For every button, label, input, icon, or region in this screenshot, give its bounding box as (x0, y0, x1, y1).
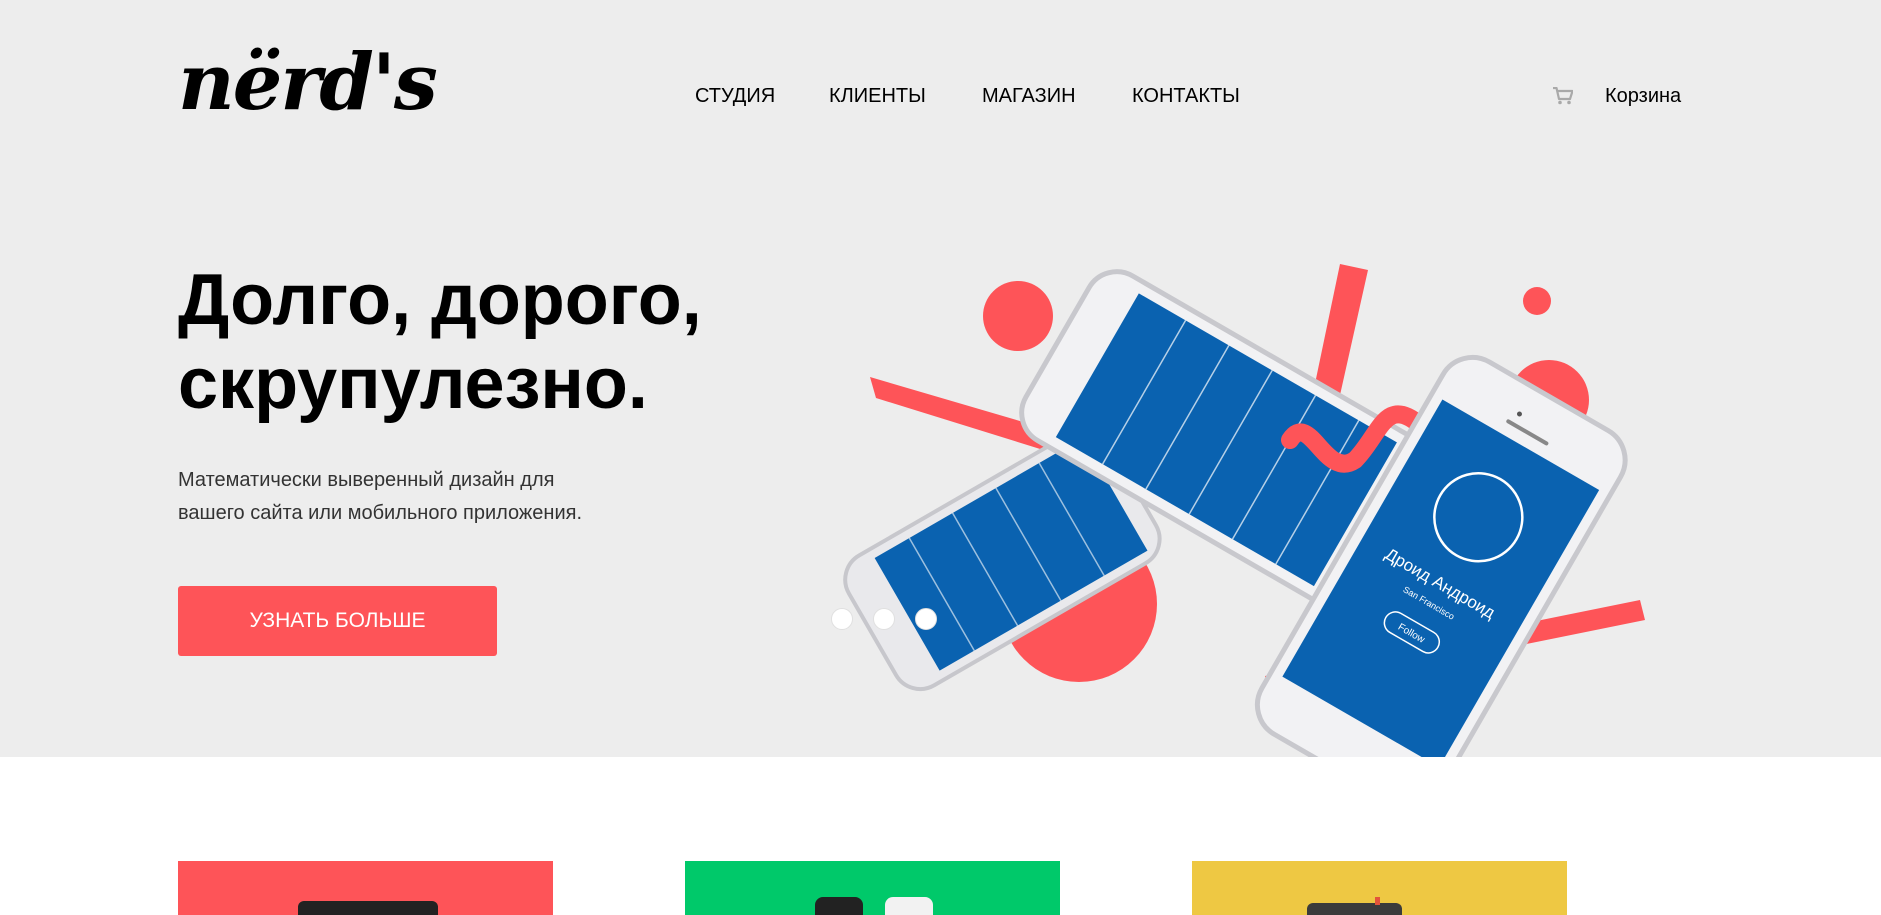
site-logo[interactable]: nërd's (178, 44, 438, 122)
nav-link-studio[interactable]: Студия (695, 84, 775, 108)
slider-dot[interactable] (873, 608, 895, 630)
cart-icon (1553, 87, 1573, 105)
nav-link-contacts[interactable]: Контакты (1132, 84, 1240, 108)
hero-section: nërd's Студия Клиенты Магазин Контакты К… (0, 0, 1881, 757)
cart-label: Корзина (1605, 85, 1682, 107)
nav-link-shop[interactable]: Магазин (982, 84, 1076, 108)
slider-dot[interactable] (831, 608, 853, 630)
feature-card[interactable] (685, 861, 1060, 915)
slider-dot[interactable] (915, 608, 937, 630)
monitor-antenna (1375, 897, 1380, 905)
hero-title-line: скрупулезно. (178, 344, 648, 424)
hero-description-line: Математически выверенный дизайн для (178, 469, 555, 491)
learn-more-button[interactable]: Узнать больше (178, 586, 497, 656)
laptop-icon (298, 901, 438, 915)
hero-illustration: Дроид Андроид San Francisco Follow (843, 264, 1645, 757)
phone-dark-icon (815, 897, 863, 915)
hero-description-line: вашего сайта или мобильного приложения. (178, 502, 583, 524)
feature-card[interactable] (178, 861, 553, 915)
hero-title: Долго, дорого, скрупулезно. (178, 258, 798, 426)
phone-light-icon (885, 897, 933, 915)
deco-circle (983, 281, 1053, 351)
hero-description: Математически выверенный дизайн для ваше… (178, 464, 618, 530)
feature-card[interactable] (1192, 861, 1567, 915)
nav-link-clients[interactable]: Клиенты (829, 84, 926, 108)
deco-circle (1523, 287, 1551, 315)
hero-title-line: Долго, дорого, (178, 260, 702, 340)
monitor-icon (1307, 903, 1402, 915)
